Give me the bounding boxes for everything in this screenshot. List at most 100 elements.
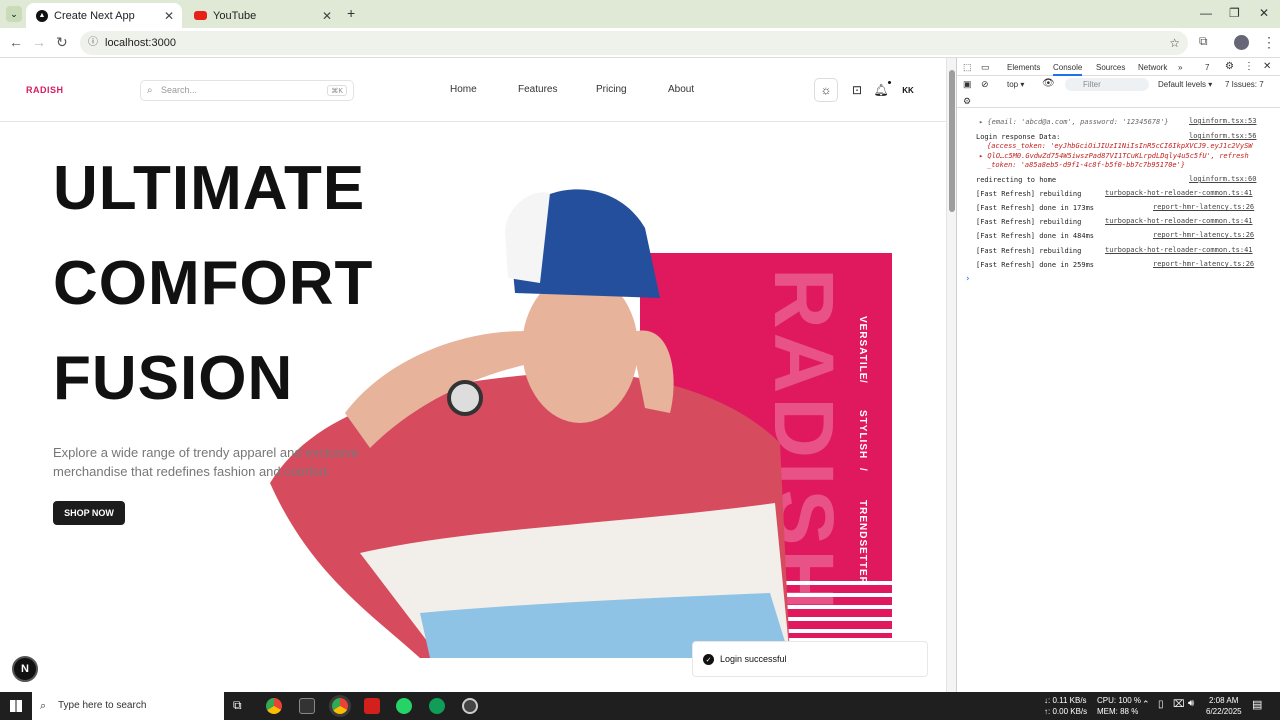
site-info-icon[interactable]: ⓘ	[88, 31, 98, 55]
page-scrollbar[interactable]	[946, 58, 956, 692]
chrome-icon[interactable]	[266, 698, 282, 714]
console-log-source[interactable]: turbopack-hot-reloader-common.ts:41	[1105, 217, 1253, 225]
login-success-toast: ✓ Login successful	[692, 641, 928, 677]
panel-tag-versatile: VERSATILE	[857, 316, 868, 381]
close-icon[interactable]: ✕	[322, 9, 332, 23]
new-tab-button[interactable]: +	[347, 5, 355, 21]
clear-console-icon[interactable]: ⊘	[981, 79, 989, 90]
log-levels-dropdown[interactable]: Default levels ▾	[1158, 80, 1212, 89]
shop-now-button[interactable]: SHOP NOW	[53, 501, 125, 525]
context-selector[interactable]: top ▾	[1007, 80, 1024, 89]
devtools-close-icon[interactable]: ✕	[1263, 61, 1271, 72]
net-up: ↓: 0.11 KB/s	[1044, 696, 1087, 705]
devtools-panel: ⬚ ▭ Elements Console Sources Network » 7…	[956, 58, 1280, 692]
console-log-line: redirecting to home	[976, 176, 1057, 184]
network-icon[interactable]: ⌧	[1173, 699, 1185, 710]
console-log-source[interactable]: loginform.tsx:53	[1189, 117, 1256, 125]
tab-search-button[interactable]: ⌄	[6, 6, 22, 22]
bookmark-star-icon[interactable]: ☆	[1169, 31, 1180, 55]
console-filter-input[interactable]: Filter	[1065, 78, 1149, 91]
cart-icon[interactable]: ⊡	[845, 78, 869, 102]
nav-home[interactable]: Home	[450, 84, 477, 95]
tab-create-next-app[interactable]: ▲ Create Next App ✕	[26, 3, 182, 28]
acrobat-icon[interactable]	[364, 698, 380, 714]
console-log-source[interactable]: loginform.tsx:60	[1189, 175, 1256, 183]
console-log-source[interactable]: turbopack-hot-reloader-common.ts:41	[1105, 246, 1253, 254]
user-avatar[interactable]: KK	[897, 79, 919, 101]
live-expression-eye-icon[interactable]: 👁︎	[1042, 78, 1055, 89]
devtools-menu-icon[interactable]: ⋮	[1244, 61, 1254, 72]
search-icon: ⌕	[40, 700, 47, 712]
console-log-line: [Fast Refresh] done in 484ms	[976, 232, 1095, 240]
minimize-icon[interactable]: —	[1200, 6, 1212, 20]
close-window-icon[interactable]: ✕	[1259, 6, 1269, 20]
nextjs-dev-indicator[interactable]: N	[12, 656, 38, 682]
search-placeholder: Search...	[161, 85, 198, 95]
profile-avatar[interactable]	[1234, 35, 1249, 50]
console-log-line: Login response Data:	[976, 133, 1061, 141]
extensions-icon[interactable]: ⧉	[1199, 34, 1208, 49]
console-log-line: {access_token: 'eyJhbGciOiJIUzI1NiIsInR5…	[987, 142, 1253, 150]
close-icon[interactable]: ✕	[164, 9, 174, 23]
console-log-source[interactable]: turbopack-hot-reloader-common.ts:41	[1105, 189, 1253, 197]
site-logo[interactable]: RADISH	[26, 85, 64, 95]
issues-count[interactable]: 7 Issues: 7	[1225, 80, 1264, 89]
website-viewport: RADISH ⌕ Search... ⌘K Home Features Pric…	[0, 58, 946, 692]
inspect-element-icon[interactable]: ⬚	[963, 62, 972, 73]
devtools-tab-sources[interactable]: Sources	[1096, 63, 1125, 72]
console-prompt[interactable]: ›	[965, 274, 970, 284]
sidebar-toggle-icon[interactable]: ▣	[963, 79, 972, 90]
scrollbar-thumb[interactable]	[949, 70, 955, 212]
clock-date[interactable]: 6/22/2025	[1206, 707, 1242, 716]
panel-tag-slash: /	[857, 380, 868, 384]
tray-chevron-icon[interactable]: ⌃	[1142, 699, 1150, 710]
windows-start-icon[interactable]	[10, 700, 22, 712]
console-log-source[interactable]: report-hmr-latency.ts:26	[1153, 231, 1254, 239]
address-bar[interactable]: ⓘ localhost:3000 ☆	[80, 31, 1188, 55]
devtools-more-tabs[interactable]: »	[1178, 63, 1182, 72]
issues-badge[interactable]: 7	[1205, 63, 1209, 72]
notification-dot	[888, 81, 891, 84]
back-icon[interactable]: ←	[9, 34, 23, 50]
tab-youtube[interactable]: YouTube ✕	[184, 3, 340, 28]
toast-message: Login successful	[720, 654, 787, 664]
volume-icon[interactable]: 🔊︎	[1188, 698, 1194, 709]
reload-icon[interactable]: ↻	[56, 34, 68, 51]
task-view-icon[interactable]: ⧉	[233, 698, 242, 713]
devtools-tab-console[interactable]: Console	[1053, 63, 1083, 76]
taskbar-search-box[interactable]: ⌕ Type here to search	[32, 692, 224, 720]
filter-placeholder: Filter	[1083, 80, 1101, 89]
console-toolbar: ▣ ⊘ top ▾ 👁︎ Filter Default levels ▾ 7 I…	[957, 76, 1280, 108]
app-icon[interactable]	[462, 698, 478, 714]
console-log-source[interactable]: report-hmr-latency.ts:26	[1153, 203, 1254, 211]
mem-usage: MEM: 88 %	[1097, 707, 1139, 716]
panel-tag-slash: /	[857, 468, 868, 472]
devtools-tab-elements[interactable]: Elements	[1007, 63, 1040, 72]
theme-toggle-sun-icon[interactable]: ☼	[814, 78, 838, 102]
site-header: RADISH ⌕ Search... ⌘K Home Features Pric…	[0, 58, 946, 122]
clock-time[interactable]: 2:08 AM	[1209, 696, 1238, 705]
console-log-line: [Fast Refresh] rebuilding	[976, 247, 1082, 255]
console-log-source[interactable]: loginform.tsx:56	[1189, 132, 1256, 140]
nav-pricing[interactable]: Pricing	[596, 84, 627, 95]
console-settings-gear-icon[interactable]: ⚙	[963, 96, 971, 107]
devtools-settings-gear-icon[interactable]: ⚙	[1225, 61, 1234, 72]
chrome-active-icon[interactable]	[332, 698, 348, 714]
browser-menu-icon[interactable]: ⋮	[1262, 34, 1276, 51]
restore-icon[interactable]: ❐	[1229, 6, 1240, 20]
notifications-icon[interactable]: ▤	[1252, 698, 1262, 711]
devtools-tab-network[interactable]: Network	[1138, 63, 1167, 72]
devtools-tab-bar: ⬚ ▭ Elements Console Sources Network » 7…	[957, 58, 1280, 76]
whatsapp-icon[interactable]	[396, 698, 412, 714]
console-log-source[interactable]: report-hmr-latency.ts:26	[1153, 260, 1254, 268]
search-input[interactable]: ⌕ Search... ⌘K	[140, 80, 354, 101]
nav-features[interactable]: Features	[518, 84, 557, 95]
nav-about[interactable]: About	[668, 84, 694, 95]
battery-icon[interactable]: ▯	[1158, 699, 1164, 710]
app-icon[interactable]	[299, 698, 315, 714]
device-toolbar-icon[interactable]: ▭	[981, 62, 990, 73]
app-icon[interactable]	[429, 698, 445, 714]
forward-icon[interactable]: →	[32, 34, 46, 50]
panel-tag-trendsetter: TRENDSETTER	[857, 500, 868, 585]
browser-toolbar: ← → ↻ ⓘ localhost:3000 ☆ ⧉ ⋮	[0, 28, 1280, 58]
